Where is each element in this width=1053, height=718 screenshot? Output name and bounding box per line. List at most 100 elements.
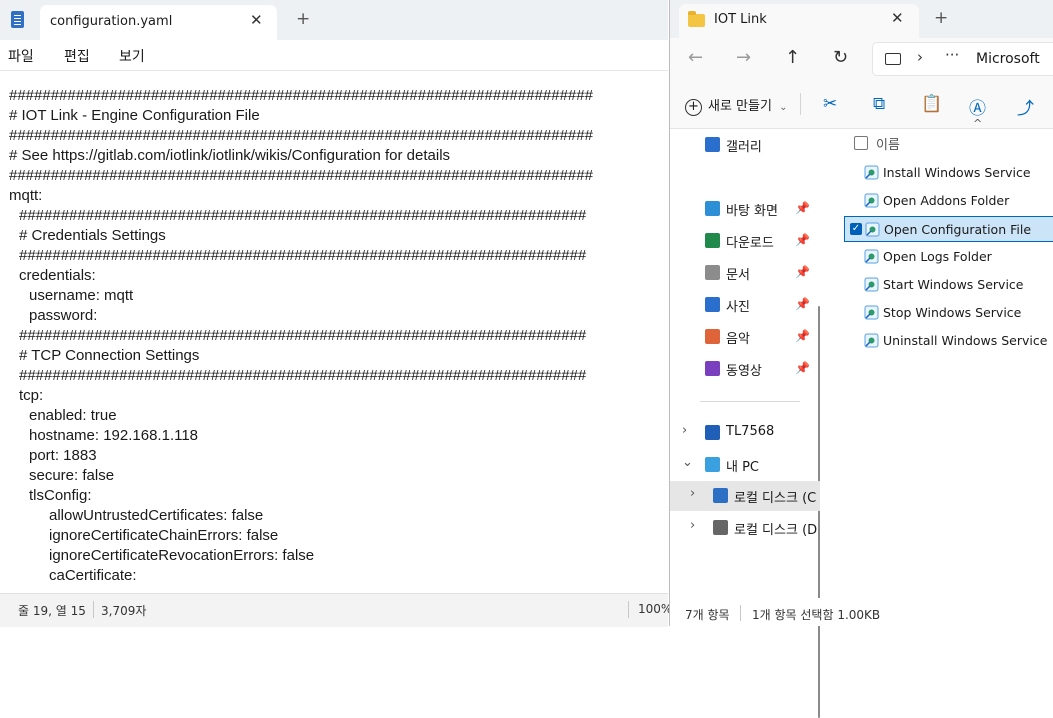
close-icon[interactable]: ✕ [250, 11, 263, 29]
sidebar-tree-item[interactable]: › 로컬 디스크 (D [670, 513, 820, 543]
new-tab-button[interactable]: + [296, 9, 310, 29]
file-item[interactable]: Stop Windows Service [844, 300, 1053, 326]
pin-icon[interactable]: 📌 [795, 201, 810, 215]
file-item[interactable]: Uninstall Windows Service [844, 328, 1053, 354]
pin-icon[interactable]: 📌 [795, 233, 810, 247]
chevron-down-icon: ⌄ [779, 102, 788, 113]
select-all-checkbox[interactable] [854, 136, 868, 150]
folder-icon [705, 201, 720, 216]
sidebar-item-label: 동영상 [726, 364, 762, 379]
share-icon[interactable]: ⤴ [1017, 94, 1034, 119]
file-name: Open Addons Folder [883, 193, 1010, 208]
zoom-level: 100% [638, 602, 673, 616]
editor-line: ########################################… [19, 327, 587, 344]
folder-icon [705, 329, 720, 344]
editor-line: mqtt: [9, 187, 43, 204]
file-name: Uninstall Windows Service [883, 333, 1048, 348]
cut-icon[interactable]: ✂ [823, 94, 837, 114]
sidebar-item-label: 음악 [726, 332, 750, 347]
sidebar-tree-item[interactable]: ⌄ 내 PC [670, 450, 820, 480]
sidebar-item[interactable]: 바탕 화면 📌 [670, 194, 820, 224]
editor-line: password: [29, 307, 98, 324]
sidebar-item[interactable]: 갤러리 [670, 130, 820, 160]
editor-line: # IOT Link - Engine Configuration File [9, 107, 260, 124]
sidebar-tree-label: TL7568 [726, 424, 775, 439]
char-count: 3,709자 [101, 604, 147, 618]
new-tab-button[interactable]: + [934, 8, 948, 28]
sidebar-item[interactable]: 문서 📌 [670, 258, 820, 288]
paste-icon[interactable]: 📋 [921, 94, 942, 114]
shortcut-icon [864, 277, 879, 292]
sidebar-item[interactable]: 다운로드 📌 [670, 226, 820, 256]
sidebar-tree-item[interactable]: › TL7568 [670, 418, 820, 448]
editor-line: ignoreCertificateChainErrors: false [49, 527, 279, 544]
computer-icon [885, 53, 901, 65]
file-item[interactable]: ✓ Open Configuration File [844, 216, 1053, 242]
editor-line: # See https://gitlab.com/iotlink/iotlink… [9, 147, 451, 164]
folder-icon [705, 137, 720, 152]
pin-icon[interactable]: 📌 [795, 265, 810, 279]
menu-view[interactable]: 보기 [119, 46, 145, 66]
file-item[interactable]: Start Windows Service [844, 272, 1053, 298]
sidebar-item-label: 문서 [726, 268, 750, 283]
sidebar-item[interactable]: 동영상 📌 [670, 354, 820, 384]
explorer-tab-title: IOT Link [714, 12, 767, 27]
editor-line: secure: false [29, 467, 115, 484]
command-bar: + 새로 만들기 ⌄ ✂ ⧉ 📋 Ⓐ ⤴ [670, 80, 1053, 129]
editor-line: tcp: [19, 387, 44, 404]
sidebar-tree-item[interactable]: › 로컬 디스크 (C [670, 481, 820, 511]
expander-icon[interactable]: › [682, 423, 687, 438]
forward-arrow-icon[interactable]: → [736, 47, 751, 68]
password-redaction [96, 310, 202, 326]
more-breadcrumbs-icon[interactable]: ··· [945, 46, 959, 64]
file-item[interactable]: Open Addons Folder [844, 188, 1053, 214]
refresh-icon[interactable]: ↻ [833, 47, 848, 68]
back-arrow-icon[interactable]: ← [688, 47, 703, 68]
expander-icon[interactable]: › [690, 518, 695, 533]
file-item[interactable]: Install Windows Service [844, 160, 1053, 186]
new-button[interactable]: + 새로 만들기 ⌄ [685, 95, 787, 116]
sidebar-item-label: 바탕 화면 [726, 204, 778, 219]
editor-line: ########################################… [9, 127, 593, 144]
pin-icon[interactable]: 📌 [795, 297, 810, 311]
drive-icon [705, 457, 720, 472]
editor-line: tlsConfig: [29, 487, 92, 504]
chevron-right-icon[interactable]: › [917, 48, 923, 66]
text-editor[interactable]: ########################################… [0, 78, 668, 593]
drive-icon [713, 520, 728, 535]
close-icon[interactable]: ✕ [891, 9, 904, 27]
navigation-pane: 갤러리 바탕 화면 📌 다운로드 📌 문서 📌 사진 📌 음악 📌 동영상 📌 › TL7568 ⌄ 내 PC ›… [670, 128, 820, 718]
checkbox-checked-icon[interactable]: ✓ [850, 223, 862, 235]
notepad-tab[interactable]: configuration.yaml ✕ [40, 5, 277, 40]
notepad-app-icon [11, 11, 24, 28]
expander-icon[interactable]: ⌄ [682, 455, 693, 470]
address-bar[interactable]: › ··· Microsoft [872, 42, 1053, 76]
file-item[interactable]: Open Logs Folder [844, 244, 1053, 270]
sidebar-item-label: 갤러리 [726, 140, 762, 155]
sidebar-item[interactable]: 사진 📌 [670, 290, 820, 320]
folder-icon [705, 265, 720, 280]
up-arrow-icon[interactable]: ↑ [785, 47, 800, 68]
menu-edit[interactable]: 편집 [64, 46, 90, 66]
folder-icon [688, 11, 705, 27]
explorer-navbar: ← → ↑ ↻ › ··· Microsoft [670, 38, 1053, 80]
editor-line: # TCP Connection Settings [19, 347, 200, 364]
rename-icon[interactable]: Ⓐ [969, 94, 986, 119]
copy-icon[interactable]: ⧉ [873, 94, 885, 114]
notepad-window: configuration.yaml ✕ + 파일 편집 보기 ########… [0, 0, 672, 627]
menu-file[interactable]: 파일 [8, 46, 34, 66]
file-name: Open Configuration File [884, 222, 1032, 237]
editor-line: ignoreCertificateRevocationErrors: false [49, 547, 315, 564]
pin-icon[interactable]: 📌 [795, 329, 810, 343]
breadcrumb[interactable]: Microsoft [976, 51, 1040, 67]
editor-line: enabled: true [29, 407, 117, 424]
expander-icon[interactable]: › [690, 486, 695, 501]
editor-line: username: mqtt [29, 287, 134, 304]
notepad-statusbar: 줄 19, 열 15 3,709자 100% [0, 593, 672, 627]
editor-line: ########################################… [19, 247, 587, 264]
sidebar-item[interactable]: 음악 📌 [670, 322, 820, 352]
explorer-tab[interactable]: IOT Link ✕ [679, 4, 919, 38]
column-header-name[interactable]: 이름 [876, 134, 900, 153]
pin-icon[interactable]: 📌 [795, 361, 810, 375]
explorer-statusbar: 7개 항목 1개 항목 선택함 1.00KB [670, 598, 1053, 626]
